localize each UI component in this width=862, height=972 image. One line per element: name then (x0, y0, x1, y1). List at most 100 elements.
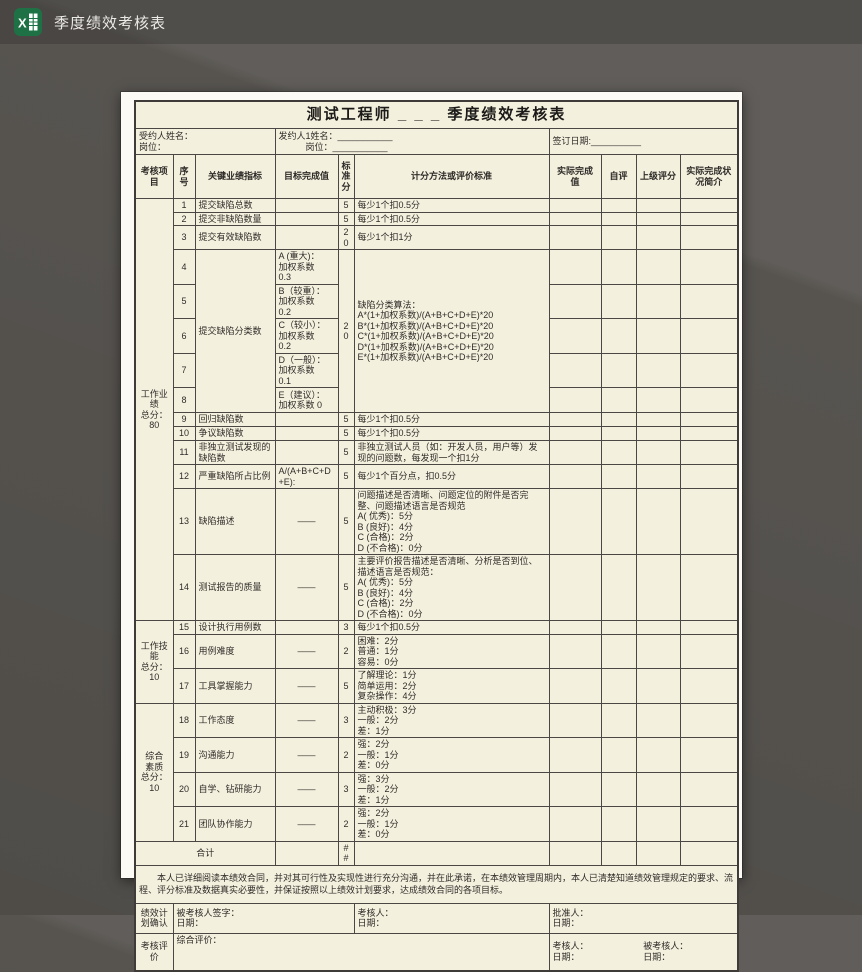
cell-actual[interactable] (549, 465, 601, 489)
cell-self-rating[interactable] (601, 441, 636, 465)
cell-self-rating[interactable] (601, 772, 636, 807)
cell-status-note[interactable] (680, 634, 738, 669)
cell-supervisor-rating[interactable] (636, 427, 680, 441)
overall-evaluation-field[interactable]: 综合评价： (173, 933, 549, 971)
cell-status-note[interactable] (680, 413, 738, 427)
cell-self-rating[interactable] (601, 413, 636, 427)
cell-actual[interactable] (549, 621, 601, 635)
cell-actual[interactable] (549, 353, 601, 388)
cell-supervisor-rating[interactable] (636, 319, 680, 354)
cell-status-note[interactable] (680, 319, 738, 354)
cell-actual[interactable] (549, 199, 601, 213)
cell-supervisor-rating[interactable] (636, 807, 680, 842)
cell-supervisor-rating[interactable] (636, 284, 680, 319)
cell-supervisor-rating[interactable] (636, 772, 680, 807)
party-b-field[interactable]: 受约人姓名： 岗位： (135, 129, 275, 155)
cell-actual[interactable] (549, 284, 601, 319)
cell-supervisor-rating[interactable] (636, 199, 680, 213)
cell-self-rating[interactable] (601, 319, 636, 354)
cell-self-rating[interactable] (601, 489, 636, 555)
cell-actual[interactable] (549, 634, 601, 669)
cell-target[interactable] (275, 212, 338, 226)
cell-self-rating[interactable] (601, 634, 636, 669)
cell-status-note[interactable] (680, 427, 738, 441)
cell-self-rating[interactable] (601, 212, 636, 226)
cell-actual[interactable] (549, 807, 601, 842)
cell-supervisor-rating[interactable] (636, 353, 680, 388)
party-a-field[interactable]: 发约人1姓名：___________ 岗位：___________ (275, 129, 549, 155)
cell-target[interactable] (275, 199, 338, 213)
cell-status-note[interactable] (680, 621, 738, 635)
cell-self-rating[interactable] (601, 353, 636, 388)
cell-status-note[interactable] (680, 738, 738, 773)
cell-supervisor-rating[interactable] (636, 555, 680, 621)
cell-self-rating[interactable] (601, 226, 636, 250)
cell-target[interactable] (275, 226, 338, 250)
cell-self-rating[interactable] (601, 199, 636, 213)
cell-actual[interactable] (549, 841, 601, 865)
cell-actual[interactable] (549, 427, 601, 441)
cell-self-rating[interactable] (601, 621, 636, 635)
cell-status-note[interactable] (680, 353, 738, 388)
cell-target[interactable] (275, 413, 338, 427)
cell-self-rating[interactable] (601, 738, 636, 773)
cell-actual[interactable] (549, 555, 601, 621)
approver-signature-field[interactable]: 批准人： 日期： (549, 903, 738, 933)
cell-supervisor-rating[interactable] (636, 669, 680, 704)
cell-actual[interactable] (549, 703, 601, 738)
cell-target[interactable] (275, 427, 338, 441)
cell-self-rating[interactable] (601, 841, 636, 865)
cell-status-note[interactable] (680, 465, 738, 489)
cell-status-note[interactable] (680, 703, 738, 738)
cell-self-rating[interactable] (601, 807, 636, 842)
cell-status-note[interactable] (680, 388, 738, 413)
cell-supervisor-rating[interactable] (636, 212, 680, 226)
cell-self-rating[interactable] (601, 465, 636, 489)
cell-status-note[interactable] (680, 250, 738, 285)
cell-supervisor-rating[interactable] (636, 250, 680, 285)
cell-actual[interactable] (549, 319, 601, 354)
cell-status-note[interactable] (680, 841, 738, 865)
cell-actual[interactable] (549, 413, 601, 427)
cell-self-rating[interactable] (601, 284, 636, 319)
cell-self-rating[interactable] (601, 555, 636, 621)
cell-self-rating[interactable] (601, 703, 636, 738)
cell-target[interactable] (275, 621, 338, 635)
cell-supervisor-rating[interactable] (636, 226, 680, 250)
cell-target[interactable] (275, 441, 338, 465)
cell-actual[interactable] (549, 489, 601, 555)
cell-supervisor-rating[interactable] (636, 703, 680, 738)
assessor-signature-field[interactable]: 考核人： 日期： (354, 903, 549, 933)
cell-supervisor-rating[interactable] (636, 621, 680, 635)
sign-date-field[interactable]: 签订日期:__________ (549, 129, 738, 155)
cell-actual[interactable] (549, 388, 601, 413)
evaluation-assessee-field[interactable]: 被考核人： 日期： (643, 941, 734, 962)
cell-status-note[interactable] (680, 284, 738, 319)
cell-status-note[interactable] (680, 772, 738, 807)
evaluation-assessor-field[interactable]: 考核人： 日期： (553, 941, 644, 962)
cell-self-rating[interactable] (601, 669, 636, 704)
assessee-signature-field[interactable]: 被考核人签字： 日期： (173, 903, 354, 933)
cell-status-note[interactable] (680, 226, 738, 250)
cell-supervisor-rating[interactable] (636, 489, 680, 555)
cell-status-note[interactable] (680, 212, 738, 226)
cell-actual[interactable] (549, 669, 601, 704)
cell-supervisor-rating[interactable] (636, 841, 680, 865)
cell-actual[interactable] (549, 441, 601, 465)
cell-status-note[interactable] (680, 489, 738, 555)
cell-supervisor-rating[interactable] (636, 441, 680, 465)
cell-status-note[interactable] (680, 441, 738, 465)
cell-status-note[interactable] (680, 199, 738, 213)
cell-supervisor-rating[interactable] (636, 388, 680, 413)
cell-self-rating[interactable] (601, 427, 636, 441)
cell-target[interactable] (275, 841, 338, 865)
cell-supervisor-rating[interactable] (636, 413, 680, 427)
cell-supervisor-rating[interactable] (636, 465, 680, 489)
cell-supervisor-rating[interactable] (636, 634, 680, 669)
cell-actual[interactable] (549, 226, 601, 250)
cell-status-note[interactable] (680, 807, 738, 842)
cell-status-note[interactable] (680, 555, 738, 621)
cell-self-rating[interactable] (601, 250, 636, 285)
cell-actual[interactable] (549, 212, 601, 226)
cell-actual[interactable] (549, 738, 601, 773)
